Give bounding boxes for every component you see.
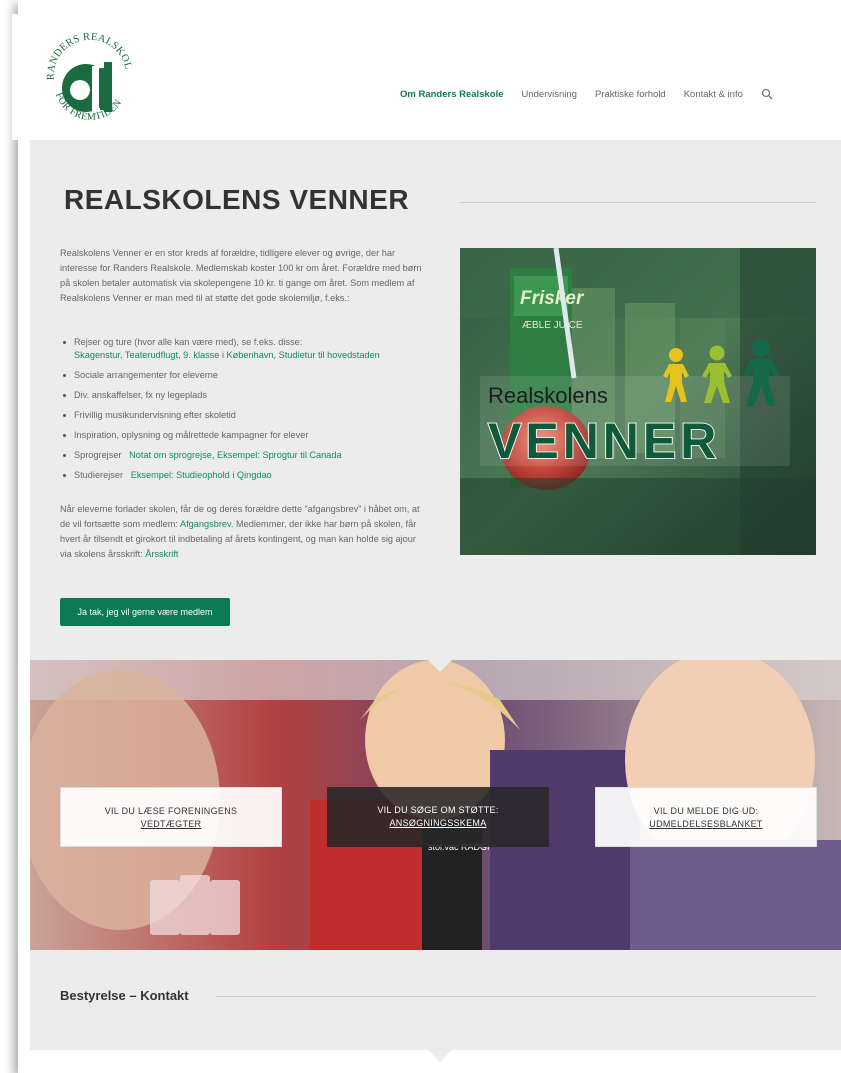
nav-label: Undervisning [521, 88, 577, 100]
unsubscribe-form-link[interactable]: UDMELDELSESBLANKET [596, 819, 816, 829]
hero-subtitle-text: VENNER [488, 413, 720, 469]
list-item: Div. anskaffelser, fx ny legeplads [60, 389, 430, 402]
board-contact-section: Bestyrelse – Kontakt [30, 950, 841, 1050]
list-item: Sprogrejser Notat om sprogrejse, Eksempe… [60, 449, 430, 462]
section-notch [428, 1050, 452, 1062]
list-item: Studierejser Eksempel: Studieophold i Qi… [60, 469, 430, 482]
nav-item-om-randers-realskole[interactable]: Om Randers Realskole [390, 88, 514, 143]
list-item-text: Inspiration, oplysning og målrettede kam… [74, 430, 309, 440]
list-item-text: Rejser og ture (hvor alle kan være med),… [74, 337, 303, 347]
unsubscribe-card: VIL DU MELDE DIG UD: UDMELDELSESBLANKET [595, 787, 817, 847]
statutes-card: VIL DU LÆSE FORENINGENS VEDTÆGTER [60, 787, 282, 847]
card-question: VIL DU SØGE OM STØTTE: [377, 805, 499, 815]
list-item-text: Studierejser [74, 470, 124, 480]
list-item-link[interactable]: Eksempel: Studieophold i Qingdao [131, 470, 272, 480]
afgangsbrev-link[interactable]: Afgangsbrev. [180, 519, 233, 529]
nav-item-praktiske-forhold[interactable]: Praktiske forhold [595, 89, 666, 100]
list-item-text: Div. anskaffelser, fx ny legeplads [74, 390, 207, 400]
realskolens-venner-image: Frisker ÆBLE JUICE Realskolens VENNER [460, 248, 816, 555]
main-content: REALSKOLENS VENNER Realskolens Venner er… [30, 140, 841, 660]
benefits-list: Rejser og ture (hvor alle kan være med),… [60, 336, 430, 489]
nav-label: Praktiske forhold [594, 88, 666, 100]
statutes-link[interactable]: VEDTÆGTER [61, 819, 281, 829]
school-logo[interactable]: RANDERS REALSKOLE FOR FREMTIDEN [40, 28, 140, 134]
list-item: Sociale arrangementer for eleverne [60, 369, 430, 382]
carton-brand-text: Frisker [520, 288, 585, 309]
list-item-text: Sprogrejser [74, 450, 122, 460]
search-icon[interactable] [761, 88, 773, 100]
nav-item-undervisning[interactable]: Undervisning [522, 89, 577, 100]
list-item-link[interactable]: Skagenstur, Teaterudflugt, 9. klasse i K… [74, 350, 380, 360]
aarsskrift-link[interactable]: Årsskrift [145, 549, 178, 559]
list-item-link[interactable]: Notat om sprogrejse, Eksempel: Sprogtur … [129, 450, 341, 460]
section-title: Bestyrelse – Kontakt [60, 988, 189, 1003]
join-button[interactable]: Ja tak, jeg vil gerne være medlem [60, 598, 230, 626]
hero-title-text: Realskolens [488, 383, 608, 408]
section-divider [216, 996, 816, 997]
list-item-text: Frivillig musikundervisning efter skolet… [74, 410, 236, 420]
page-title: REALSKOLENS VENNER [64, 184, 410, 215]
list-item: Inspiration, oplysning og målrettede kam… [60, 429, 430, 442]
nav-label: Kontakt & info [683, 88, 743, 100]
main-nav: Om Randers Realskole Undervisning Prakti… [390, 88, 773, 143]
nav-label: Om Randers Realskole [400, 88, 504, 100]
list-item-text: Sociale arrangementer for eleverne [74, 370, 219, 380]
support-card: VIL DU SØGE OM STØTTE: ANSØGNINGSSKEMA [327, 787, 549, 847]
application-form-link[interactable]: ANSØGNINGSSKEMA [327, 818, 549, 828]
carton-label-text: ÆBLE JUICE [522, 320, 583, 331]
site-header: RANDERS REALSKOLE FOR FREMTIDEN Om Rande… [12, 14, 823, 143]
list-item: Frivillig musikundervisning efter skolet… [60, 409, 430, 422]
outro-text: Når eleverne forlader skolen, får de og … [60, 502, 426, 562]
card-question: VIL DU LÆSE FORENINGENS [104, 806, 238, 816]
nav-item-kontakt-info[interactable]: Kontakt & info [684, 89, 743, 100]
title-divider [460, 202, 816, 203]
intro-text: Realskolens Venner er en stor kreds af f… [60, 248, 422, 303]
card-question: VIL DU MELDE DIG UD: [653, 806, 759, 816]
list-item: Rejser og ture (hvor alle kan være med),… [60, 336, 430, 362]
